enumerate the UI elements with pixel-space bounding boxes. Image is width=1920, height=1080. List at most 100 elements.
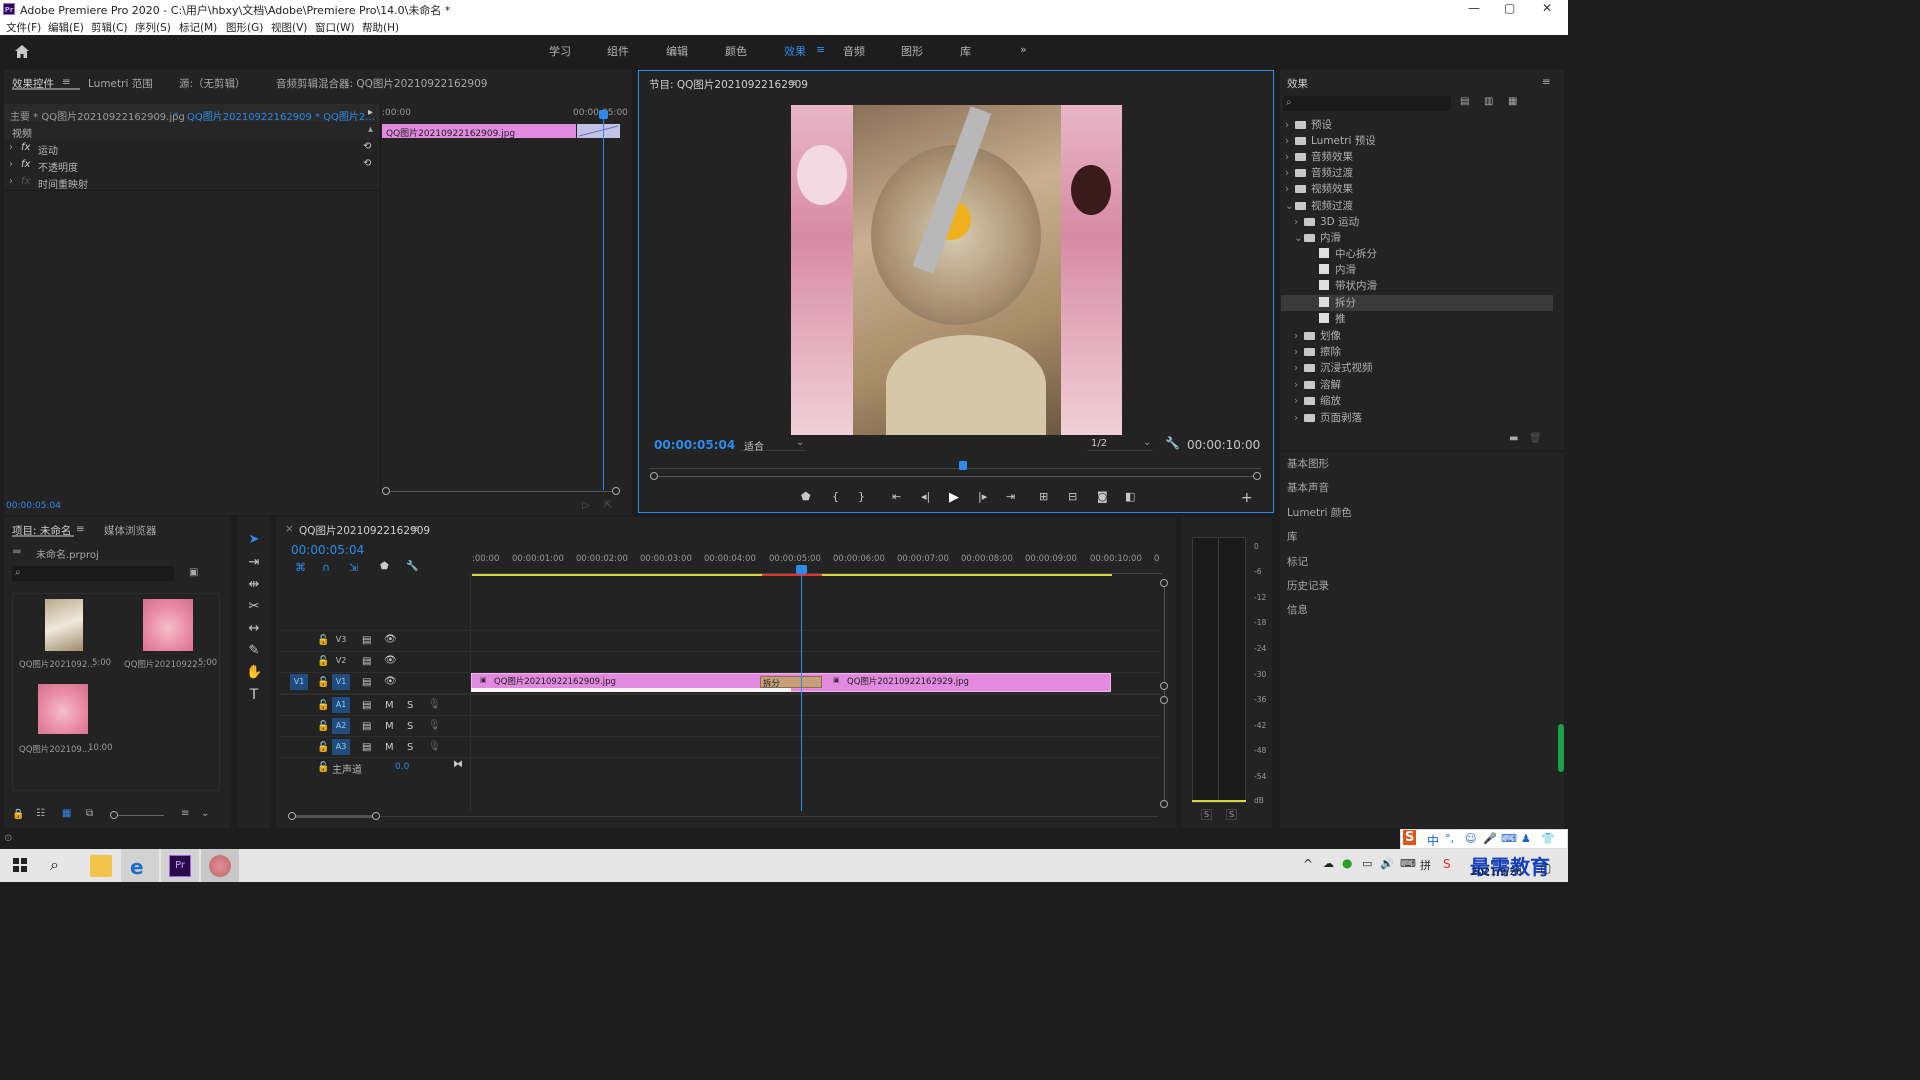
lift-icon[interactable]: ⊞ xyxy=(1039,490,1048,503)
tab-menu-icon[interactable]: ≡ xyxy=(62,76,71,88)
program-zoom-handle-left[interactable] xyxy=(650,472,658,480)
panel-history[interactable]: 历史记录 xyxy=(1287,578,1329,593)
track-label-v1[interactable]: V1 xyxy=(332,674,350,690)
delete-icon[interactable]: 🗑 xyxy=(1529,433,1542,444)
program-monitor-tab[interactable]: 节目: QQ图片20210922162909 xyxy=(649,77,808,92)
panel-lumetri-color[interactable]: Lumetri 颜色 xyxy=(1287,505,1352,520)
effects-tree-item[interactable]: › 页面剥落 xyxy=(1294,410,1362,426)
effects-tree-item[interactable]: 中心拆分 xyxy=(1319,246,1377,262)
chevron-down-icon[interactable]: ⌄ xyxy=(172,107,180,118)
step-back-icon[interactable]: ◂| xyxy=(921,490,930,503)
meter-solo-left[interactable]: S xyxy=(1201,809,1213,820)
sync-lock-icon[interactable]: ▤ xyxy=(362,742,371,753)
ec-play-audio-icon[interactable]: ▷ xyxy=(582,500,590,511)
ec-export-icon[interactable]: ⇱ xyxy=(604,500,612,511)
expand-arrow-icon[interactable]: › xyxy=(9,176,13,187)
program-playhead[interactable] xyxy=(959,461,967,470)
reset-icon[interactable]: ⟲ xyxy=(363,158,371,169)
ec-transition-bar[interactable] xyxy=(577,124,620,138)
thumbnail-size-slider[interactable] xyxy=(112,815,164,816)
program-zoom-handle-right[interactable] xyxy=(1253,472,1261,480)
track-lock-icon[interactable]: 🔓 xyxy=(317,677,329,688)
menu-edit[interactable]: 编辑(E) xyxy=(48,20,84,35)
microphone-icon[interactable]: 🎙 xyxy=(428,741,441,752)
premiere-taskbar-icon[interactable]: Pr xyxy=(169,855,191,877)
notification-icon[interactable]: ☁ xyxy=(1323,857,1334,870)
panel-essential-graphics[interactable]: 基本图形 xyxy=(1287,456,1329,471)
ime-language-toggle[interactable]: 中 xyxy=(1427,832,1439,849)
workspace-color[interactable]: 颜色 xyxy=(725,43,747,59)
project-item-name-1[interactable]: QQ图片2021092... xyxy=(19,658,95,670)
extract-icon[interactable]: ⊟ xyxy=(1068,490,1077,503)
menu-file[interactable]: 文件(F) xyxy=(6,20,41,35)
meter-solo-right[interactable]: S xyxy=(1226,809,1238,820)
workspace-libraries[interactable]: 库 xyxy=(960,43,971,59)
hand-tool-icon[interactable]: ✋ xyxy=(246,665,262,681)
ime-punct-icon[interactable]: °, xyxy=(1445,832,1454,845)
ec-zoom-handle-right[interactable] xyxy=(612,487,620,495)
menu-sequence[interactable]: 序列(S) xyxy=(135,20,171,35)
workspace-assembly[interactable]: 组件 xyxy=(607,43,629,59)
chevron-down-icon[interactable]: ⌄ xyxy=(201,808,209,819)
workspace-effects[interactable]: 效果 xyxy=(784,43,806,59)
mute-button[interactable]: M xyxy=(385,721,394,732)
edge-browser-icon[interactable]: e xyxy=(130,855,152,879)
panel-info[interactable]: 信息 xyxy=(1287,602,1308,617)
eye-icon[interactable]: 👁 xyxy=(384,676,397,687)
panel-essential-sound[interactable]: 基本声音 xyxy=(1287,480,1329,495)
go-to-end-icon[interactable]: ⧓ xyxy=(453,759,463,770)
go-to-out-icon[interactable]: ⇥ xyxy=(1006,490,1015,503)
type-tool-icon[interactable]: T xyxy=(246,687,262,703)
effects-tree-item[interactable]: › 音频效果 xyxy=(1285,149,1353,165)
snap-magnet-icon[interactable]: ∩ xyxy=(322,561,330,574)
microphone-icon[interactable]: 🎙 xyxy=(428,720,441,731)
ime-user-icon[interactable]: ♟ xyxy=(1521,832,1531,845)
menu-marker[interactable]: 标记(M) xyxy=(179,20,217,35)
linked-selection-icon[interactable]: ⇲ xyxy=(349,561,358,574)
effects-tree-item[interactable]: › 预设 xyxy=(1285,117,1332,133)
add-marker-icon[interactable]: ⬟ xyxy=(801,490,811,503)
effects-panel-title[interactable]: 效果 xyxy=(1287,76,1308,91)
source-patch-v1[interactable]: V1 xyxy=(290,674,308,690)
sort-icon[interactable]: ≡ xyxy=(181,808,189,819)
sync-lock-icon[interactable]: ▤ xyxy=(362,700,371,711)
razor-tool-icon[interactable]: ✂ xyxy=(246,599,262,615)
ec-timecode[interactable]: 00:00:05:04 xyxy=(6,501,61,511)
tab-menu-icon[interactable]: ≡ xyxy=(76,523,85,535)
effects-tree-item[interactable]: › 划像 xyxy=(1294,328,1341,344)
lock-icon[interactable]: 🔒 xyxy=(12,809,24,820)
eye-icon[interactable]: 👁 xyxy=(384,634,397,645)
program-video-frame[interactable] xyxy=(791,105,1122,435)
effects-search-input[interactable] xyxy=(1283,96,1451,111)
track-label-a1[interactable]: A1 xyxy=(332,697,350,713)
minimize-icon[interactable]: — xyxy=(1468,1,1480,15)
keyboard-icon[interactable]: ⌨ xyxy=(1400,857,1416,870)
timeline-vertical-scrollbar[interactable] xyxy=(1164,583,1165,805)
track-lock-icon[interactable]: 🔓 xyxy=(317,700,329,711)
tab-lumetri-scopes[interactable]: Lumetri 范围 xyxy=(88,76,153,91)
tab-media-browser[interactable]: 媒体浏览器 xyxy=(104,523,157,538)
effects-tree-item[interactable]: › Lumetri 预设 xyxy=(1285,133,1376,149)
timeline-timecode[interactable]: 00:00:05:04 xyxy=(291,543,364,557)
fx-badge-icon[interactable]: fx xyxy=(21,159,30,170)
mute-button[interactable]: M xyxy=(385,700,394,711)
thumbnail-slider-handle[interactable] xyxy=(110,811,118,819)
new-bin-icon[interactable]: ▣ xyxy=(189,567,198,578)
home-icon[interactable] xyxy=(14,44,30,59)
resolution-dropdown[interactable]: 1/2 ⌄ xyxy=(1087,435,1153,451)
add-button-icon[interactable]: + xyxy=(1241,490,1253,506)
prop-time-remap[interactable]: 时间重映射 xyxy=(38,176,88,191)
tab-source[interactable]: 源:（无剪辑） xyxy=(179,76,246,91)
ime-skin-icon[interactable]: 👕 xyxy=(1541,832,1555,845)
timeline-playhead[interactable] xyxy=(801,567,802,811)
slip-tool-icon[interactable]: ↔ xyxy=(246,621,262,637)
menu-help[interactable]: 帮助(H) xyxy=(362,20,399,35)
track-lock-icon[interactable]: 🔓 xyxy=(317,742,329,753)
expand-arrow-icon[interactable]: › xyxy=(9,159,13,170)
mute-button[interactable]: M xyxy=(385,742,394,753)
32bit-effects-icon[interactable]: ▥ xyxy=(1484,96,1493,107)
track-select-tool-icon[interactable]: ⇥ xyxy=(246,555,262,571)
solo-button[interactable]: S xyxy=(407,742,413,753)
tab-menu-icon[interactable]: ≡ xyxy=(789,77,798,89)
effects-tree-item[interactable]: › 溶解 xyxy=(1294,377,1341,393)
